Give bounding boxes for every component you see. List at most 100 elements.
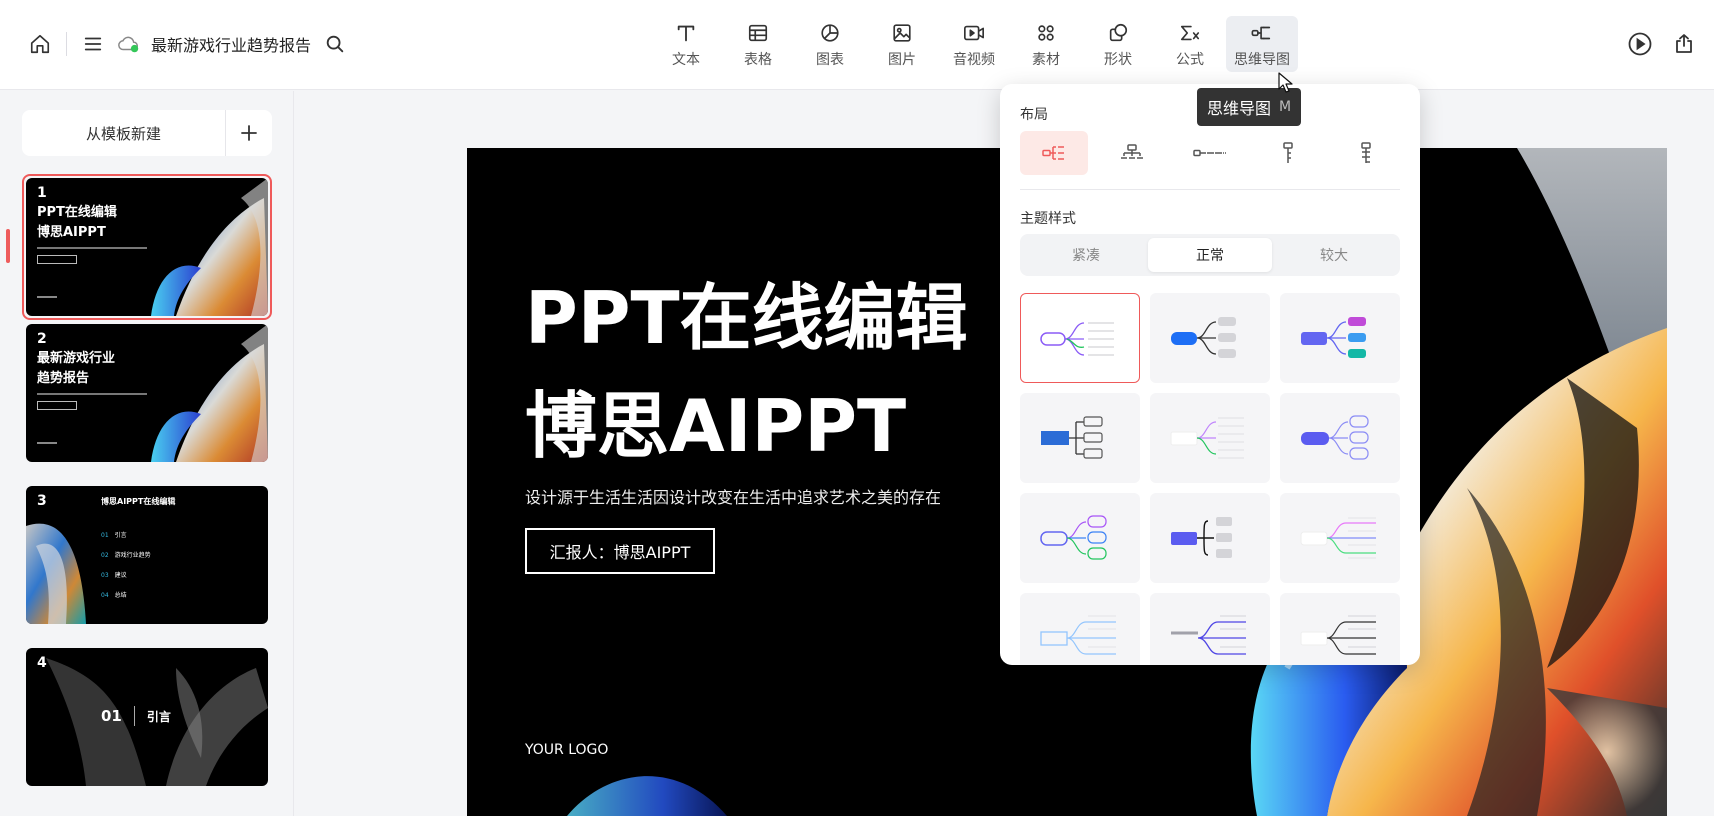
search-button[interactable] (317, 26, 353, 62)
thumbnail-title: PPT在线编辑 博思AIPPT (37, 203, 117, 243)
slide-number: 3 (37, 493, 47, 509)
document-title[interactable]: 最新游戏行业趋势报告 (151, 32, 311, 56)
shape-icon (1109, 23, 1128, 42)
theme-style-grid (1020, 293, 1400, 665)
add-slide-button[interactable] (226, 110, 272, 156)
layout-down-tree-icon (1283, 142, 1293, 163)
thumbnail-canvas: 2 最新游戏行业 趋势报告 (26, 324, 268, 462)
theme-preview-light-blue (1040, 615, 1116, 655)
theme-preview-indigo-bracket (1171, 517, 1232, 558)
theme-style-option[interactable] (1020, 493, 1140, 583)
tool-table[interactable]: 表格 (722, 16, 794, 72)
size-segmented-control: 紧凑 正常 较大 (1020, 234, 1400, 276)
tool-image[interactable]: 图片 (866, 16, 938, 72)
thumbnail-logo-line (37, 296, 57, 298)
tooltip-shortcut: M (1279, 99, 1292, 115)
theme-style-option[interactable] (1150, 593, 1270, 665)
thumbnail-button-shape (37, 401, 77, 410)
layout-org-chart[interactable] (1098, 131, 1166, 175)
tool-chart[interactable]: 图表 (794, 16, 866, 72)
new-from-template-button[interactable]: 从模板新建 (22, 123, 225, 144)
tool-formula[interactable]: 公式 (1154, 16, 1226, 72)
slide-thumbnail-4[interactable]: 4 01 引言 (22, 644, 272, 790)
text-icon (677, 25, 695, 42)
theme-style-option[interactable] (1280, 393, 1400, 483)
theme-preview-indigo-bubbles (1301, 415, 1369, 460)
panel-divider (1020, 189, 1400, 190)
slide-thumbnail-3[interactable]: 3 博思AIPPT在线编辑 01 引言 02 游戏行业趋势 03 建议 04 总结 (22, 482, 272, 628)
agenda-text: 引言 (114, 532, 127, 539)
toolbar-right (1622, 26, 1702, 62)
layout-right-tree[interactable] (1020, 131, 1088, 175)
thumbnail-canvas: 1 PPT在线编辑 博思AIPPT (26, 178, 268, 316)
slide-subtitle[interactable]: 设计源于生活生活因设计改变在生活中追求艺术之美的存在 (525, 484, 941, 508)
tool-assets[interactable]: 素材 (1010, 16, 1082, 72)
agenda-text: 游戏行业趋势 (114, 552, 151, 559)
theme-style-option[interactable] (1280, 493, 1400, 583)
thumbnail-button-shape (37, 255, 77, 264)
thumbnail-title-line: PPT在线编辑 (37, 205, 117, 220)
menu-button[interactable] (75, 26, 111, 62)
theme-style-option[interactable] (1150, 493, 1270, 583)
share-button[interactable] (1666, 26, 1702, 62)
tool-label: 思维导图 (1234, 52, 1290, 68)
section-divider (133, 706, 135, 726)
presenter-box[interactable]: 汇报人：博思AIPPT (525, 528, 715, 574)
theme-preview-indigo-lines (1171, 615, 1246, 655)
thumbnail-title: 最新游戏行业 趋势报告 (37, 349, 115, 389)
agenda-number: 01 (101, 532, 109, 539)
tool-mindmap[interactable]: 思维导图 (1226, 16, 1298, 72)
formula-icon (1180, 25, 1200, 41)
theme-style-option[interactable] (1020, 393, 1140, 483)
tool-label: 图片 (888, 52, 916, 68)
layout-timeline-icon (1193, 149, 1226, 157)
active-slide-marker (6, 229, 10, 263)
theme-style-option[interactable] (1150, 393, 1270, 483)
size-large-tab[interactable]: 较大 (1272, 238, 1396, 272)
size-normal-tab[interactable]: 正常 (1148, 238, 1272, 272)
insert-tools: 文本 表格 图表 图片 音视频 素材 形状 公式 思维导图 (650, 16, 1298, 72)
slide-title-line: PPT在线编辑 (525, 276, 968, 360)
top-toolbar: 最新游戏行业趋势报告 文本 表格 图表 图片 音视频 素材 形状 公式 思维导图 (0, 0, 1714, 90)
toolbar-left: 最新游戏行业趋势报告 (22, 26, 353, 62)
theme-preview-pastel (1300, 517, 1376, 559)
plus-icon (241, 125, 257, 141)
share-icon (1676, 34, 1692, 53)
assets-icon (1038, 25, 1054, 41)
slide-logo-text[interactable]: YOUR LOGO (525, 742, 608, 758)
tool-label: 文本 (672, 52, 700, 68)
cloud-sync-status[interactable] (111, 26, 147, 62)
play-button[interactable] (1622, 26, 1658, 62)
theme-style-option[interactable] (1280, 593, 1400, 665)
section-heading: 01 引言 (101, 706, 171, 726)
layout-timeline[interactable] (1176, 131, 1244, 175)
slide-number: 2 (37, 331, 47, 347)
theme-style-option[interactable] (1020, 293, 1140, 383)
agenda-item: 01 引言 (101, 526, 151, 546)
slide-title[interactable]: PPT在线编辑 博思AIPPT (525, 264, 968, 480)
slide-thumbnail-2[interactable]: 2 最新游戏行业 趋势报告 (22, 320, 272, 466)
thumbnail-title-line: 博思AIPPT (37, 225, 106, 240)
theme-preview-monochrome (1300, 615, 1376, 655)
theme-style-option[interactable] (1020, 593, 1140, 665)
tool-shape[interactable]: 形状 (1082, 16, 1154, 72)
slide-thumbnail-1[interactable]: 1 PPT在线编辑 博思AIPPT (22, 174, 272, 320)
agenda-item: 04 总结 (101, 586, 151, 606)
home-button[interactable] (22, 26, 58, 62)
agenda-text: 建议 (114, 572, 127, 579)
layout-both-sides[interactable] (1332, 131, 1400, 175)
layout-down-tree[interactable] (1254, 131, 1322, 175)
cloud-saved-icon (118, 36, 139, 53)
tool-label: 表格 (744, 52, 772, 68)
thumbnail-title-line: 最新游戏行业 (37, 351, 116, 366)
theme-style-option[interactable] (1280, 293, 1400, 383)
tool-text[interactable]: 文本 (650, 16, 722, 72)
search-icon (326, 35, 344, 53)
tool-media[interactable]: 音视频 (938, 16, 1010, 72)
theme-style-option[interactable] (1150, 293, 1270, 383)
agenda-number: 02 (101, 552, 109, 559)
theme-preview-blue-filled (1171, 317, 1236, 358)
thumbnail-title-line: 趋势报告 (37, 371, 90, 386)
section-label: 引言 (146, 709, 171, 724)
size-compact-tab[interactable]: 紧凑 (1024, 238, 1148, 272)
